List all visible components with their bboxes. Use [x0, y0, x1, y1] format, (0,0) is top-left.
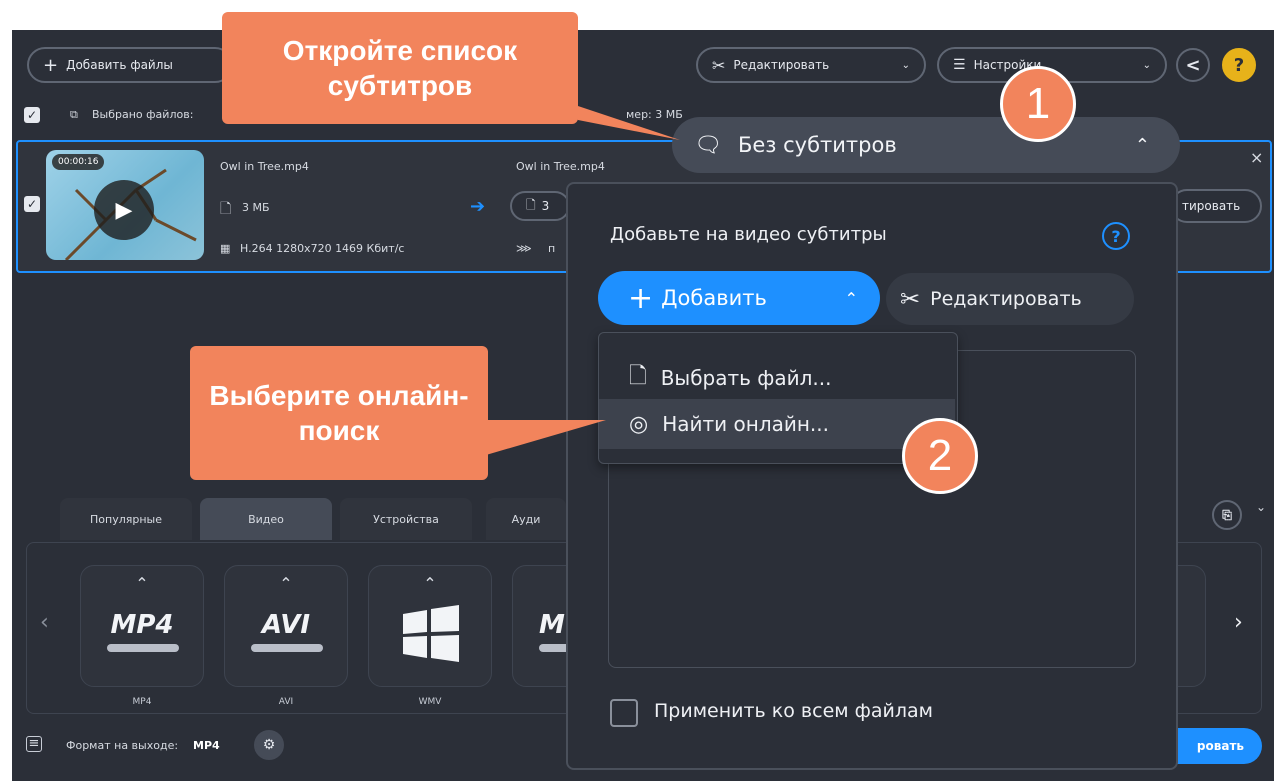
callout-open-list: Откройте список субтитров — [222, 12, 578, 124]
step-badge-2: 2 — [902, 418, 978, 494]
callout-pointer-2 — [486, 420, 606, 455]
callout-choose-online: Выберите онлайн-поиск — [190, 346, 488, 480]
callout-pointer-1 — [560, 100, 680, 140]
step-badge-1: 1 — [1000, 66, 1076, 142]
